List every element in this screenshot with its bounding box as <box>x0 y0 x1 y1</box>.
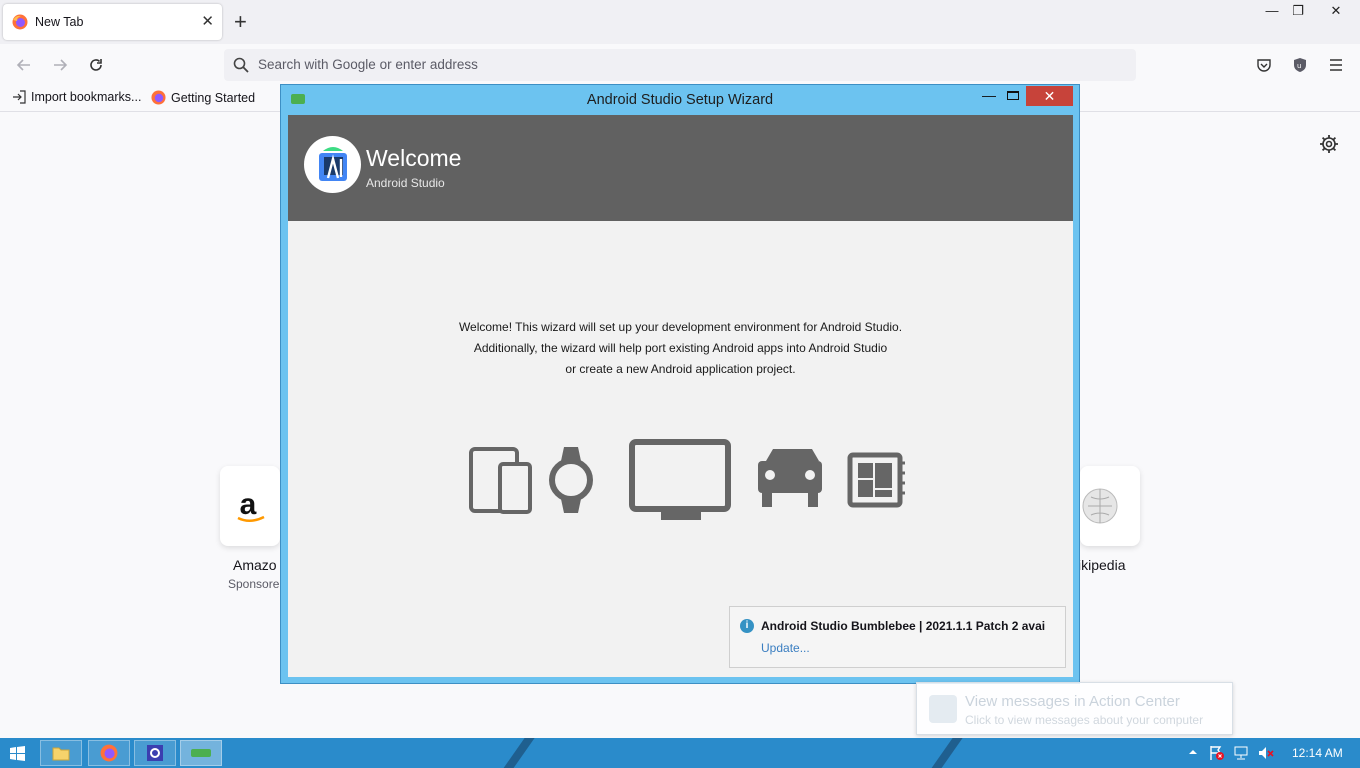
url-placeholder: Search with Google or enter address <box>258 57 478 72</box>
toast-title: View messages in Action Center <box>965 693 1180 710</box>
shortcut-label: ikipedia <box>1078 557 1126 573</box>
windows-logo-icon <box>10 746 25 761</box>
firefox-icon <box>151 90 166 105</box>
bookmark-label: Getting Started <box>171 90 256 105</box>
wallpaper-stripe <box>925 738 965 768</box>
bookmark-import[interactable]: Import bookmarks... <box>12 90 141 104</box>
new-tab-button[interactable]: + <box>234 11 247 33</box>
menu-button[interactable] <box>1324 53 1348 77</box>
toast-body: Click to view messages about your comput… <box>965 713 1204 727</box>
update-link[interactable]: Update... <box>761 641 810 655</box>
url-bar[interactable]: Search with Google or enter address <box>224 49 1136 81</box>
taskbar-file-explorer[interactable] <box>40 740 82 766</box>
flag-alert-icon <box>1210 746 1224 760</box>
firefox-icon <box>100 744 118 762</box>
flag-icon <box>929 695 957 723</box>
setup-wizard-window: Android Studio Setup Wizard — ✕ Welcome … <box>280 84 1080 684</box>
update-notification: i Android Studio Bumblebee | 2021.1.1 Pa… <box>729 606 1066 668</box>
pocket-button[interactable] <box>1252 53 1276 77</box>
chevron-up-icon <box>1189 750 1197 754</box>
taskbar: 12:14 AM <box>0 738 1360 768</box>
notification-title: Android Studio Bumblebee | 2021.1.1 Patc… <box>761 619 1046 633</box>
taskbar-firefox[interactable] <box>88 740 130 766</box>
amazon-logo-icon: a <box>237 488 265 522</box>
arrow-left-icon <box>16 59 30 71</box>
taskbar-settings[interactable] <box>134 740 176 766</box>
nav-bar: Search with Google or enter address u <box>0 44 1360 86</box>
watch-icon <box>549 447 593 513</box>
folder-icon <box>52 747 70 761</box>
svg-text:a: a <box>240 488 257 521</box>
android-studio-app-icon <box>191 749 211 757</box>
shortcut-wikipedia[interactable] <box>1080 466 1140 546</box>
wallpaper-stripe <box>497 738 537 768</box>
shortcut-sublabel: Sponsore <box>228 577 280 591</box>
arrow-right-icon <box>54 59 68 71</box>
svg-text:u: u <box>1297 62 1301 70</box>
tab-close-icon[interactable]: ✕ <box>201 14 214 30</box>
network-icon <box>1234 746 1248 760</box>
car-icon <box>758 449 822 507</box>
gear-icon[interactable] <box>1319 134 1339 154</box>
wikipedia-logo-icon <box>1082 488 1118 524</box>
info-icon: i <box>740 619 754 633</box>
back-button[interactable] <box>12 53 36 77</box>
firefox-icon <box>12 14 28 30</box>
tab-bar: New Tab ✕ + — ❐ ✕ <box>0 0 1360 44</box>
bookmark-getting-started[interactable]: Getting Started <box>151 90 255 105</box>
reload-button[interactable] <box>84 53 108 77</box>
close-window-button[interactable]: ✕ <box>1316 0 1356 22</box>
tv-icon <box>629 439 731 520</box>
restore-button[interactable]: ❐ <box>1278 0 1318 22</box>
speaker-muted-icon <box>1259 747 1274 759</box>
shortcut-label: Amazo <box>233 557 277 573</box>
wizard-maximize-button[interactable] <box>1007 91 1019 100</box>
action-center-toast[interactable]: View messages in Action Center Click to … <box>916 682 1233 735</box>
window-title: Android Studio Setup Wizard <box>586 92 774 108</box>
phone-tablet-icon <box>469 447 532 514</box>
things-icon <box>847 452 905 508</box>
reload-icon <box>90 59 102 71</box>
hamburger-icon <box>1330 59 1342 71</box>
taskbar-android-studio[interactable] <box>180 740 222 766</box>
settings-gear-icon <box>147 745 163 761</box>
ublock-button[interactable]: u <box>1288 53 1312 77</box>
device-icons <box>469 439 905 520</box>
start-button[interactable] <box>10 746 25 764</box>
shortcut-amazon[interactable]: a <box>220 466 280 546</box>
search-icon <box>233 57 249 73</box>
pocket-icon <box>1257 59 1271 72</box>
wizard-close-button[interactable]: ✕ <box>1026 86 1073 106</box>
tab-new-tab[interactable]: New Tab ✕ <box>3 4 222 40</box>
import-icon <box>13 90 26 104</box>
wizard-minimize-button[interactable]: — <box>979 87 999 103</box>
network-status[interactable] <box>1234 745 1250 764</box>
volume-status[interactable] <box>1258 745 1274 764</box>
tab-title: New Tab <box>35 15 84 29</box>
shield-icon: u <box>1294 58 1306 72</box>
clock[interactable]: 12:14 AM <box>1292 746 1343 760</box>
forward-button[interactable] <box>48 53 72 77</box>
wizard-content: Welcome Android Studio Welcome! This wiz… <box>288 115 1073 677</box>
bookmark-label: Import bookmarks... <box>31 90 142 104</box>
action-center-flag[interactable] <box>1209 745 1225 764</box>
show-hidden-icons[interactable] <box>1188 746 1198 760</box>
